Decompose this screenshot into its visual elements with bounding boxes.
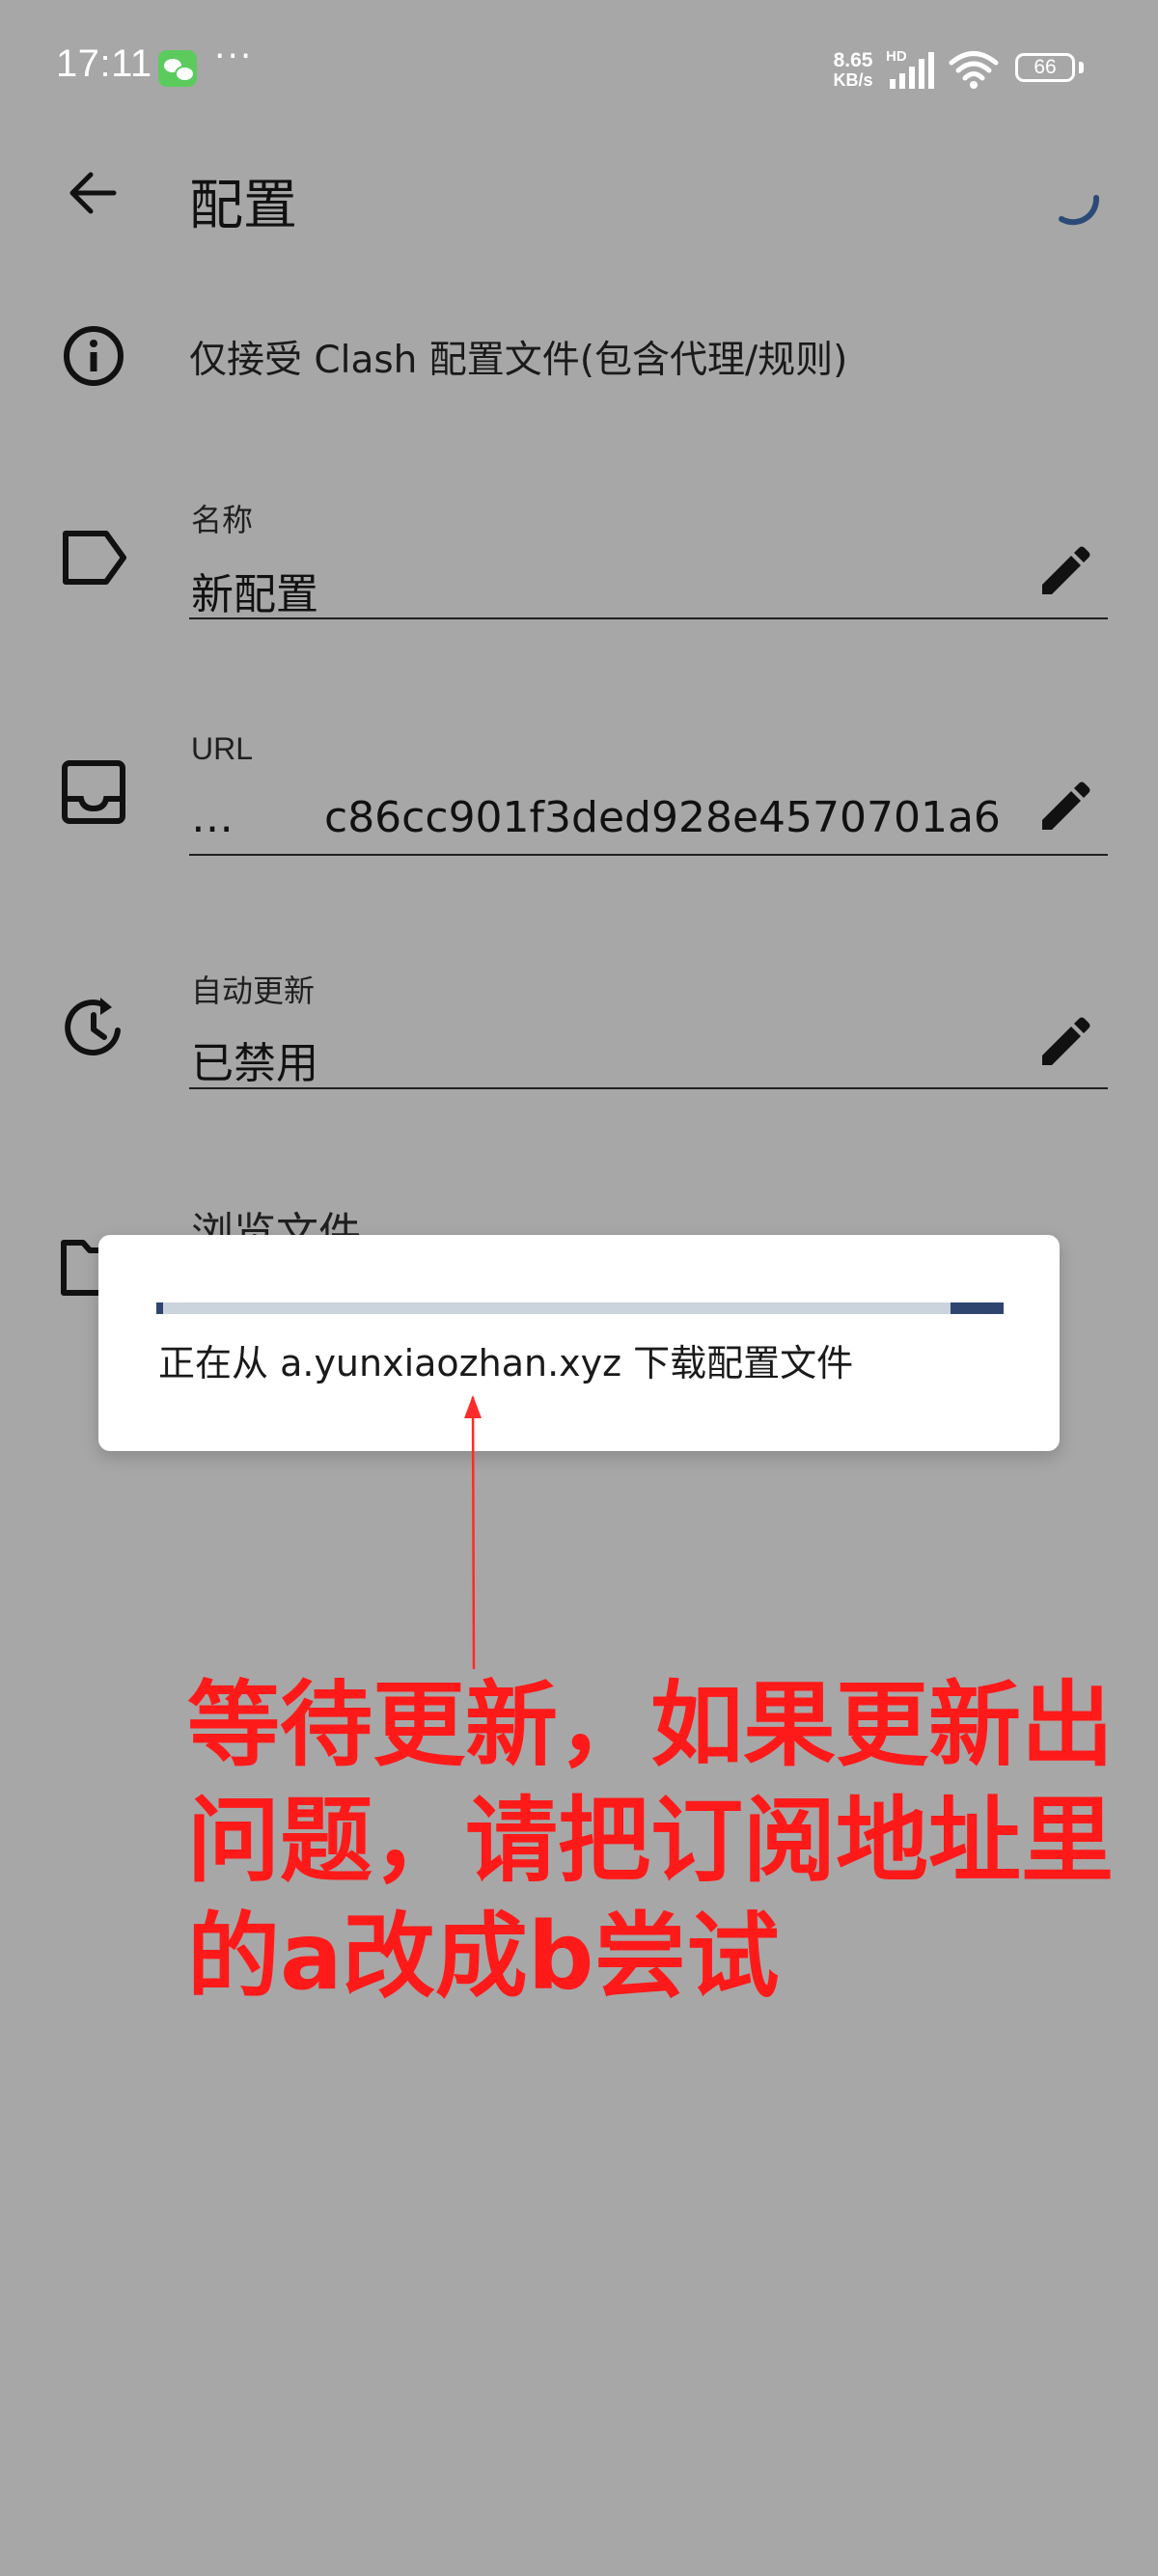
info-text: 仅接受 Clash 配置文件(包含代理/规则) [189,339,848,382]
net-speed-unit: KB/s [833,70,873,90]
progress-start-mark [156,1302,163,1314]
annotation-text: 等待更新，如果更新出问题，请把订阅地址里的a改成b尝试 [187,1671,1114,2011]
auto-update-value[interactable]: 已禁用 [191,1028,1021,1090]
wechat-icon [158,50,197,87]
auto-update-label: 自动更新 [191,973,316,1009]
status-time: 17:11 [56,42,152,85]
net-speed-value: 8.65 [833,49,873,71]
name-label: 名称 [191,502,254,538]
name-underline [189,617,1108,619]
info-icon [64,326,124,386]
progress-bar [156,1302,1004,1314]
name-value[interactable]: 新配置 [191,560,1021,621]
auto-update-underline [189,1087,1108,1089]
tag-icon [63,531,126,585]
history-icon [65,998,121,1056]
download-dialog: 正在从 a.yunxiaozhan.xyz 下载配置文件 [98,1235,1060,1451]
annotation-arrow-icon [464,1395,482,1670]
progress-indicator [951,1302,1004,1314]
wifi-icon [949,51,999,89]
url-value[interactable]: c86cc901f3ded928e4570701a6 [324,793,1021,842]
url-prefix: … [191,793,234,842]
inbox-icon [62,760,125,824]
spinner-icon [1059,195,1100,226]
dialog-message: 正在从 a.yunxiaozhan.xyz 下载配置文件 [158,1342,854,1384]
page-title: 配置 [189,175,297,237]
battery-icon: 66 [1015,53,1075,82]
pencil-icon[interactable] [1034,544,1092,602]
net-speed: 8.65 KB/s [826,50,880,91]
pencil-icon[interactable] [1034,780,1092,837]
url-underline [189,854,1108,856]
arrow-left-icon[interactable] [60,164,127,222]
pencil-icon[interactable] [1034,1015,1092,1073]
battery-cap [1079,62,1084,73]
cell-signal-icon: HD [886,48,940,89]
screen: 17:11 ··· 8.65 KB/s HD 66 配置 仅接受 Clash 配… [0,0,1158,2576]
status-more-dots: ··· [214,37,254,76]
url-label: URL [191,731,254,766]
